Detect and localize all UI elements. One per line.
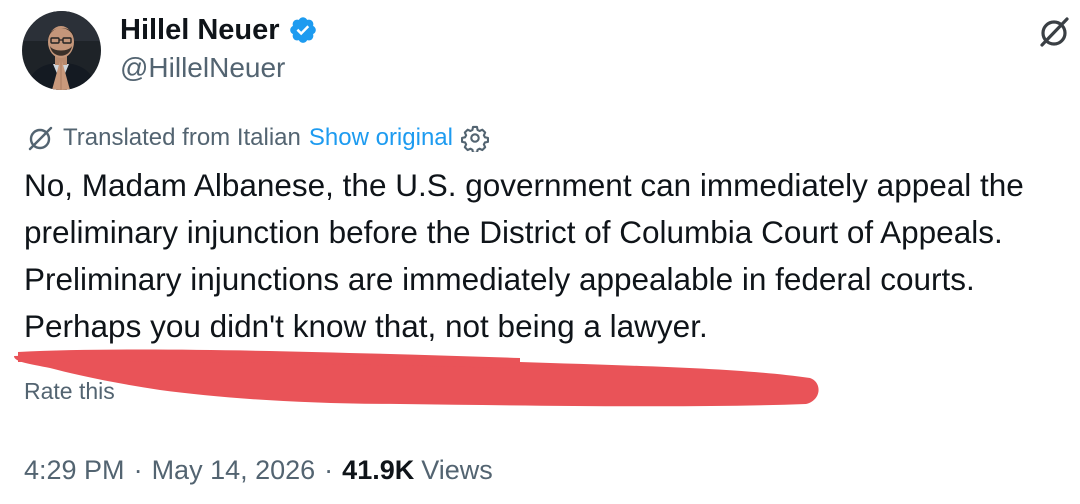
- tweet-line: preliminary injunction before the Distri…: [24, 214, 1003, 250]
- separator: ·: [324, 454, 334, 485]
- handle[interactable]: @HillelNeuer: [120, 52, 285, 84]
- separator: ·: [133, 454, 143, 485]
- tweet-date[interactable]: May 14, 2026: [152, 455, 316, 486]
- translate-icon[interactable]: [1036, 14, 1072, 50]
- tweet-line: Preliminary injunctions are immediately …: [24, 261, 975, 297]
- verified-badge-icon[interactable]: [288, 15, 318, 45]
- tweet-metadata: 4:29 PM · May 14, 2026 · 41.9K Views: [24, 450, 493, 490]
- tweet-line: No, Madam Albanese, the U.S. government …: [24, 167, 1024, 203]
- avatar[interactable]: [22, 11, 101, 90]
- author-name-row: Hillel Neuer: [120, 10, 318, 50]
- tweet-text: No, Madam Albanese, the U.S. government …: [24, 162, 1080, 350]
- redaction-marker: [14, 349, 819, 407]
- translation-bar: Translated from Italian Show original: [25, 120, 489, 156]
- show-original-link[interactable]: Show original: [309, 124, 453, 152]
- translate-icon: [28, 126, 53, 151]
- views-count: 41.9K: [342, 454, 415, 485]
- gear-icon[interactable]: [460, 124, 489, 152]
- translated-from-label: Translated from Italian: [63, 124, 301, 151]
- display-name[interactable]: Hillel Neuer: [120, 14, 280, 47]
- tweet-time[interactable]: 4:29 PM: [24, 455, 125, 486]
- views-label: Views: [421, 454, 493, 485]
